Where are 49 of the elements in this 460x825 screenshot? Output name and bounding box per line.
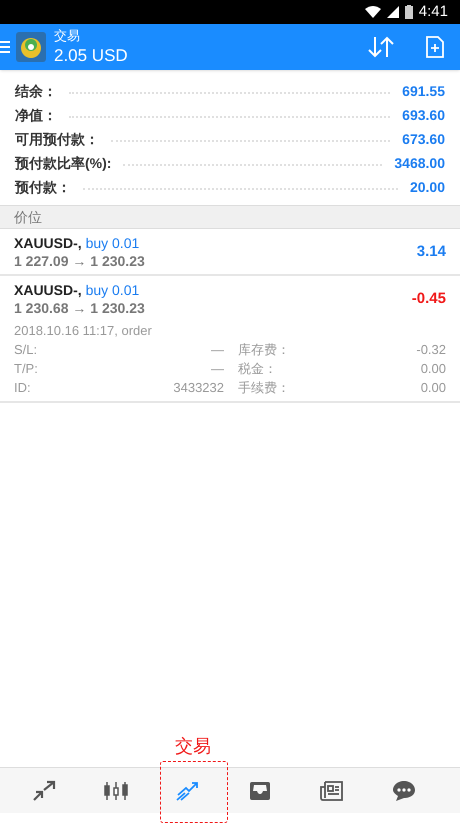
new-order-icon[interactable] bbox=[426, 36, 444, 58]
trend-icon bbox=[175, 780, 201, 802]
balance-text: 2.05 USD bbox=[54, 44, 128, 66]
profit-value: -0.45 bbox=[412, 288, 446, 309]
summary-label: 净值： bbox=[15, 106, 57, 124]
open-time: 2018.10.16 11:17, order bbox=[14, 322, 153, 340]
detail-label: S/L: bbox=[14, 341, 38, 359]
detail-value: 0.00 bbox=[420, 379, 446, 397]
signal-icon bbox=[386, 6, 399, 18]
detail-value: -0.32 bbox=[415, 341, 446, 359]
screen-title: 交易 bbox=[54, 28, 81, 44]
wifi-icon bbox=[364, 6, 381, 18]
chat-bubble-icon bbox=[392, 780, 416, 802]
profit-value: 3.14 bbox=[416, 242, 446, 262]
detail-value: — bbox=[210, 341, 224, 359]
position-title: XAUUSD-, buy 0.01 bbox=[14, 281, 140, 299]
detail-label: ID: bbox=[14, 379, 32, 397]
sort-icon[interactable] bbox=[368, 35, 394, 59]
clock: 4:41 bbox=[418, 2, 448, 22]
summary-value: 691.55 bbox=[402, 82, 445, 100]
section-title: 价位 bbox=[14, 208, 42, 226]
summary-label: 结余： bbox=[15, 82, 57, 100]
detail-label: 手续费： bbox=[238, 379, 291, 397]
summary-value: 673.60 bbox=[402, 130, 445, 148]
arrows-icon bbox=[32, 780, 56, 802]
summary-value: 20.00 bbox=[410, 178, 445, 196]
detail-label: 库存费： bbox=[238, 341, 291, 359]
candlestick-icon bbox=[103, 780, 129, 802]
position-title: XAUUSD-, buy 0.01 bbox=[14, 234, 140, 252]
summary-label: 预付款比率(%): bbox=[15, 154, 112, 173]
detail-value: 3433232 bbox=[172, 379, 224, 397]
app-logo-icon bbox=[16, 32, 46, 62]
position-row[interactable]: XAUUSD-, buy 0.01 1 230.68 → 1 230.23 -0.45 2018.10.16 11:17, order S/L: — 库存费： -0.32 T/P: — 税金： 0.00 ID: 3433232 手续费： 0.00 bbox=[0, 276, 460, 403]
battery-icon bbox=[404, 5, 413, 19]
position-prices: 1 230.68 → 1 230.23 bbox=[14, 299, 145, 317]
summary-label: 可用预付款： bbox=[15, 130, 99, 148]
annotation-label: 交易 bbox=[175, 735, 211, 758]
detail-value: — bbox=[210, 360, 224, 378]
inbox-icon bbox=[248, 780, 272, 802]
position-prices: 1 227.09 → 1 230.23 bbox=[14, 252, 145, 270]
detail-value: 0.00 bbox=[420, 360, 446, 378]
summary-value: 3468.00 bbox=[394, 154, 445, 172]
menu-icon[interactable] bbox=[0, 40, 10, 54]
newspaper-icon bbox=[320, 780, 344, 802]
detail-label: T/P: bbox=[14, 360, 39, 378]
summary-label: 预付款： bbox=[15, 178, 71, 196]
summary-value: 693.60 bbox=[402, 106, 445, 124]
position-row[interactable]: XAUUSD-, buy 0.01 1 227.09 → 1 230.23 3.14 bbox=[0, 229, 460, 276]
detail-label: 税金： bbox=[238, 360, 278, 378]
